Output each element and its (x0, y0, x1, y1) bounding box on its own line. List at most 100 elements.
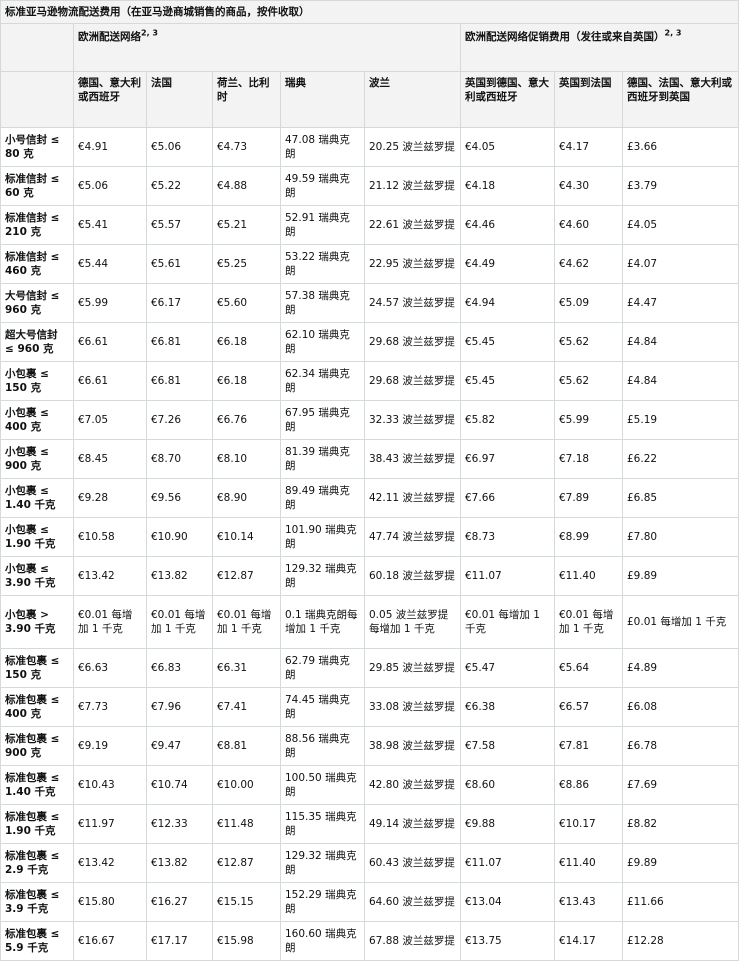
fee-cell: 0.1 瑞典克朗每增加 1 千克 (280, 595, 365, 649)
fee-cell: €5.61 (146, 244, 213, 284)
column-header: 波兰 (364, 71, 461, 128)
fee-cell: €4.62 (554, 244, 623, 284)
fee-cell: €7.18 (554, 439, 623, 479)
table-row: 标准包裹 ≤ 2.9 千克 €13.42 €13.82 €12.87 129.32 瑞典… (0, 843, 740, 883)
fba-fee-table: 标准亚马逊物流配送费用（在亚马逊商城销售的商品，按件收取） 欧洲配送网络2, 3… (0, 0, 740, 961)
table-row: 标准包裹 ≤ 150 克 €6.63 €6.83 €6.31 62.79 瑞典克朗 29.… (0, 648, 740, 688)
fee-cell: €0.01 每增加 1 千克 (73, 595, 147, 649)
fee-cell: €11.07 (460, 556, 555, 596)
row-label: 小包裹 ≤ 1.90 千克 (0, 517, 74, 557)
fee-cell: £4.47 (621, 283, 740, 323)
fee-cell: €6.17 (146, 283, 213, 323)
fee-cell: €10.90 (146, 517, 213, 557)
fee-cell: €13.42 (73, 556, 147, 596)
row-label: 标准包裹 ≤ 400 克 (0, 687, 74, 727)
fee-cell: €5.09 (554, 283, 623, 323)
fee-cell: €5.60 (212, 283, 281, 323)
fee-cell: 22.61 波兰兹罗提 (364, 205, 461, 245)
fee-cell: €16.27 (146, 882, 213, 922)
fee-cell: £9.89 (621, 843, 740, 883)
table-row: 标准包裹 ≤ 3.9 千克 €15.80 €16.27 €15.15 152.29 瑞典… (0, 882, 740, 922)
row-label: 标准包裹 ≤ 900 克 (0, 726, 74, 766)
fee-cell: €6.38 (460, 687, 555, 727)
fee-cell: €9.47 (146, 726, 213, 766)
fee-cell: £4.05 (621, 205, 740, 245)
fee-cell: 29.68 波兰兹罗提 (364, 361, 461, 401)
table-row: 标准信封 ≤ 60 克 €5.06 €5.22 €4.88 49.59 瑞典克朗 21.1… (0, 166, 740, 206)
fee-cell: €7.96 (146, 687, 213, 727)
fee-cell: €15.15 (212, 882, 281, 922)
fee-cell: 49.59 瑞典克朗 (280, 166, 365, 206)
header-blank-cell (0, 71, 74, 128)
fee-cell: €13.75 (460, 921, 555, 961)
group-header-promo: 欧洲配送网络促销费用（发往或来自英国）2, 3 (459, 23, 740, 72)
row-label: 大号信封 ≤ 960 克 (0, 283, 74, 323)
fee-cell: 64.60 波兰兹罗提 (364, 882, 461, 922)
footnote-ref: 2, 3 (141, 28, 158, 38)
fee-cell: €0.01 每增加 1 千克 (212, 595, 281, 649)
fee-cell: €4.94 (460, 283, 555, 323)
fee-cell: €6.76 (212, 400, 281, 440)
table-row: 标准信封 ≤ 460 克 €5.44 €5.61 €5.25 53.22 瑞典克朗 22.… (0, 244, 740, 284)
fee-cell: €7.26 (146, 400, 213, 440)
fee-cell: €6.81 (146, 361, 213, 401)
row-label: 标准包裹 ≤ 5.9 千克 (0, 921, 74, 961)
table-row: 小包裹 ≤ 3.90 千克 €13.42 €13.82 €12.87 129.32 瑞典… (0, 556, 740, 596)
fee-cell: €5.44 (73, 244, 147, 284)
fee-cell: €15.98 (212, 921, 281, 961)
fee-cell: £7.80 (621, 517, 740, 557)
fee-cell: 33.08 波兰兹罗提 (364, 687, 461, 727)
fee-cell: 38.98 波兰兹罗提 (364, 726, 461, 766)
row-label: 标准包裹 ≤ 1.90 千克 (0, 804, 74, 844)
column-header: 德国、法国、意大利或西班牙到英国 (621, 71, 740, 128)
fee-cell: 47.08 瑞典克朗 (280, 127, 365, 167)
fee-cell: €6.18 (212, 322, 281, 362)
table-row: 标准信封 ≤ 210 克 €5.41 €5.57 €5.21 52.91 瑞典克朗 22.… (0, 205, 740, 245)
fee-cell: £6.78 (621, 726, 740, 766)
fee-cell: 47.74 波兰兹罗提 (364, 517, 461, 557)
fee-cell: 67.95 瑞典克朗 (280, 400, 365, 440)
fee-cell: £9.89 (621, 556, 740, 596)
fee-cell: €5.62 (554, 361, 623, 401)
fee-cell: €8.45 (73, 439, 147, 479)
fee-cell: €8.70 (146, 439, 213, 479)
fee-cell: 74.45 瑞典克朗 (280, 687, 365, 727)
fee-cell: €7.73 (73, 687, 147, 727)
row-label: 小包裹 ≤ 400 克 (0, 400, 74, 440)
fee-cell: 38.43 波兰兹罗提 (364, 439, 461, 479)
fee-cell: €11.97 (73, 804, 147, 844)
fee-cell: €5.62 (554, 322, 623, 362)
fee-cell: €8.99 (554, 517, 623, 557)
fee-cell: 57.38 瑞典克朗 (280, 283, 365, 323)
fee-cell: 49.14 波兰兹罗提 (364, 804, 461, 844)
fee-cell: 20.25 波兰兹罗提 (364, 127, 461, 167)
fee-cell: €12.87 (212, 843, 281, 883)
fee-cell: 129.32 瑞典克朗 (280, 556, 365, 596)
row-label: 标准包裹 ≤ 150 克 (0, 648, 74, 688)
fee-cell: €0.01 每增加 1 千克 (554, 595, 623, 649)
fee-cell: €5.22 (146, 166, 213, 206)
column-header: 荷兰、比利时 (212, 71, 281, 128)
column-header: 德国、意大利或西班牙 (73, 71, 147, 128)
fee-cell: 32.33 波兰兹罗提 (364, 400, 461, 440)
fee-cell: £8.82 (621, 804, 740, 844)
fee-cell: 29.68 波兰兹罗提 (364, 322, 461, 362)
fee-cell: €4.30 (554, 166, 623, 206)
fee-cell: €13.82 (146, 843, 213, 883)
fee-cell: €14.17 (554, 921, 623, 961)
fee-cell: €5.82 (460, 400, 555, 440)
table-row: 小包裹 > 3.90 千克 €0.01 每增加 1 千克 €0.01 每增加 1 千… (0, 595, 740, 649)
fee-cell: €4.60 (554, 205, 623, 245)
fee-cell: €7.05 (73, 400, 147, 440)
fee-cell: £0.01 每增加 1 千克 (621, 595, 740, 649)
group-header-efn: 欧洲配送网络2, 3 (73, 23, 461, 72)
fee-cell: €5.64 (554, 648, 623, 688)
table-title: 标准亚马逊物流配送费用（在亚马逊商城销售的商品，按件收取） (0, 0, 740, 24)
table-body: 小号信封 ≤ 80 克 €4.91 €5.06 €4.73 47.08 瑞典克朗 20.2… (0, 127, 740, 961)
fee-cell: €10.58 (73, 517, 147, 557)
fee-cell: €5.57 (146, 205, 213, 245)
fee-cell: €11.40 (554, 556, 623, 596)
fee-cell: €5.25 (212, 244, 281, 284)
row-label: 标准信封 ≤ 60 克 (0, 166, 74, 206)
fee-cell: €5.06 (73, 166, 147, 206)
